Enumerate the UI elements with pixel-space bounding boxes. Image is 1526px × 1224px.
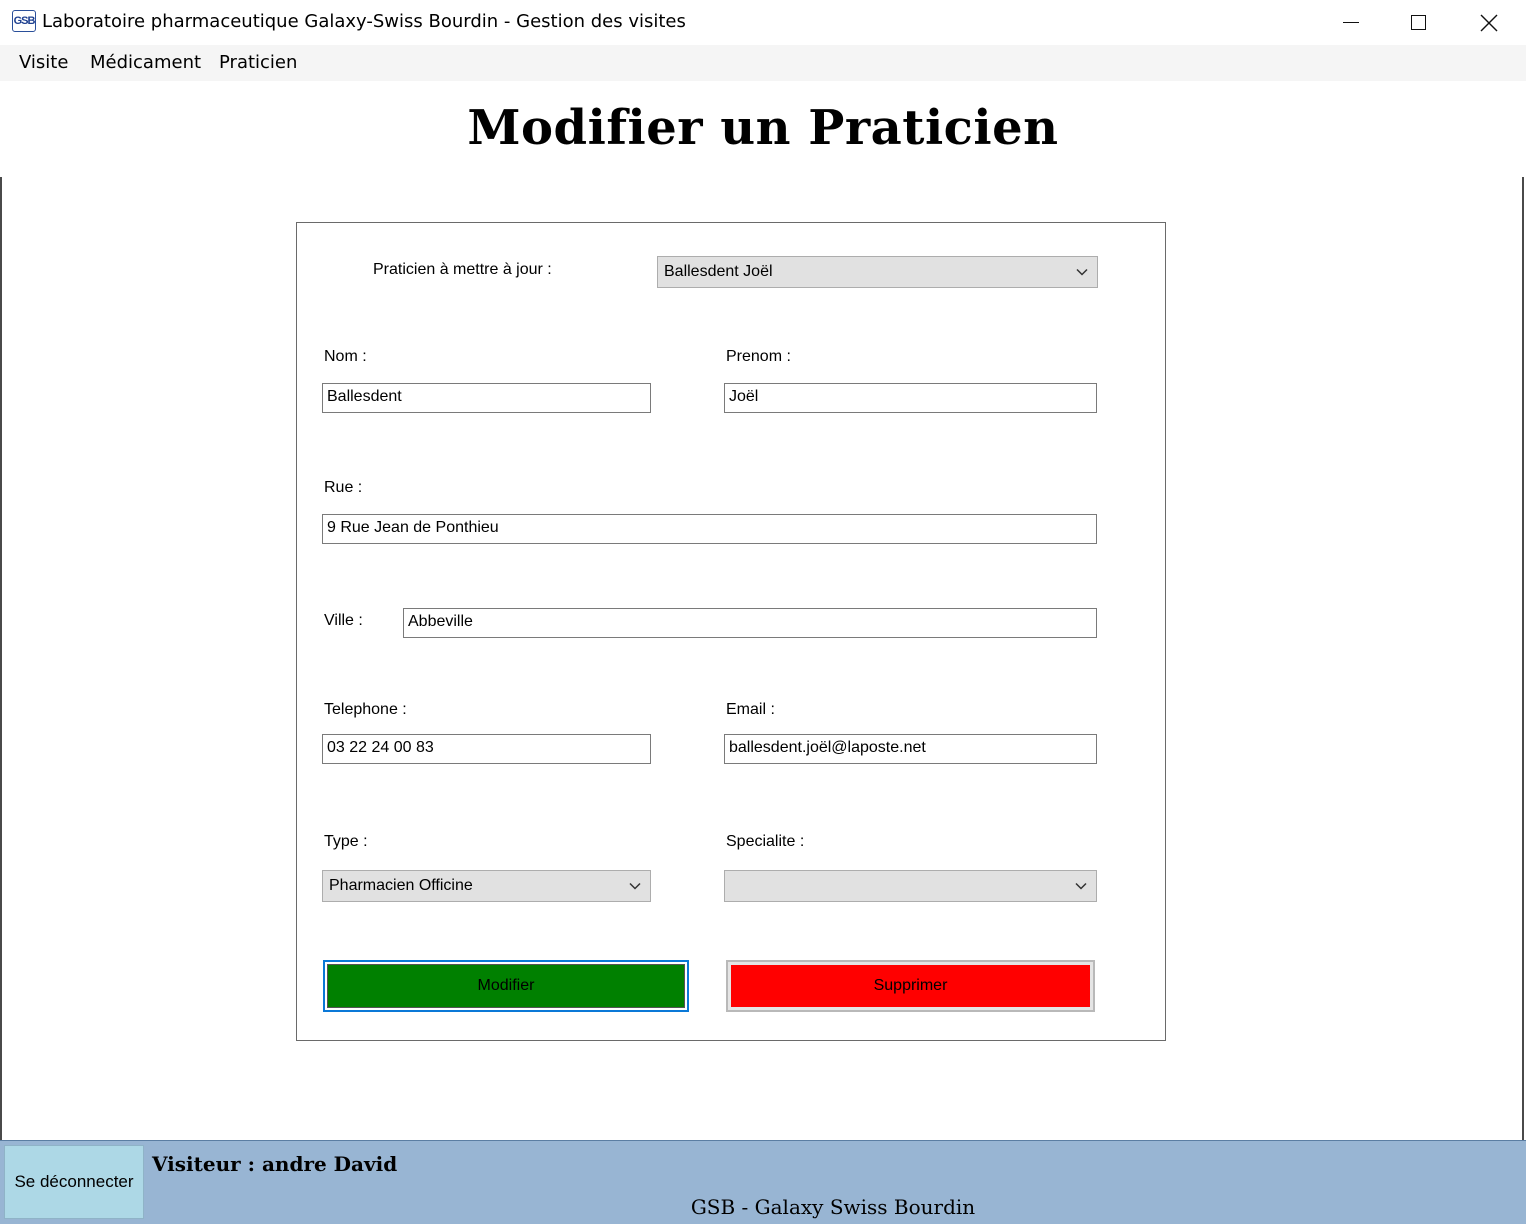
page-title: Modifier un Praticien xyxy=(0,100,1526,156)
ville-label: Ville : xyxy=(324,612,363,629)
prenom-field[interactable]: Joël xyxy=(724,383,1097,413)
nom-field[interactable]: Ballesdent xyxy=(322,383,651,413)
modifier-button-fill: Modifier xyxy=(327,964,685,1008)
chevron-down-icon xyxy=(629,882,641,890)
praticien-select-value: Ballesdent Joël xyxy=(664,263,773,280)
type-label: Type : xyxy=(324,833,368,850)
modifier-button[interactable]: Modifier xyxy=(323,960,689,1012)
menu-item-visite[interactable]: Visite xyxy=(19,52,68,73)
title-bar: GSB Laboratoire pharmaceutique Galaxy-Sw… xyxy=(0,0,1526,45)
menu-bar: Visite Médicament Praticien xyxy=(0,45,1526,81)
maximize-icon xyxy=(1410,15,1426,30)
supprimer-button-fill: Supprimer xyxy=(731,965,1090,1007)
praticien-select[interactable]: Ballesdent Joël xyxy=(657,256,1098,288)
footer-brand: GSB - Galaxy Swiss Bourdin xyxy=(0,1195,1526,1219)
supprimer-button-label: Supprimer xyxy=(873,977,948,994)
minimize-button[interactable] xyxy=(1316,0,1386,45)
frame-border-right xyxy=(1522,177,1524,1140)
menu-item-medicament[interactable]: Médicament xyxy=(90,52,201,73)
email-label: Email : xyxy=(726,701,775,718)
type-select-value: Pharmacien Officine xyxy=(329,877,473,894)
frame-border-left xyxy=(0,177,2,1140)
menu-item-praticien[interactable]: Praticien xyxy=(219,52,297,73)
nom-label: Nom : xyxy=(324,348,367,365)
specialite-select[interactable] xyxy=(724,870,1097,902)
page-title-text: Modifier un Praticien xyxy=(467,100,1059,156)
chevron-down-icon xyxy=(1075,882,1087,890)
maximize-button[interactable] xyxy=(1383,0,1453,45)
specialite-label: Specialite : xyxy=(726,833,805,850)
footer-brand-text: GSB - Galaxy Swiss Bourdin xyxy=(690,1195,976,1219)
visitor-name: Visiteur : andre David xyxy=(152,1152,398,1176)
ville-field[interactable]: Abbeville xyxy=(403,608,1097,638)
window-title: Laboratoire pharmaceutique Galaxy-Swiss … xyxy=(42,11,686,32)
praticien-select-label: Praticien à mettre à jour : xyxy=(373,261,552,278)
rue-label: Rue : xyxy=(324,479,363,496)
close-icon xyxy=(1480,14,1498,31)
email-field[interactable]: ballesdent.joël@laposte.net xyxy=(724,734,1097,764)
gsb-logo-icon: GSB xyxy=(12,10,36,32)
supprimer-button[interactable]: Supprimer xyxy=(726,960,1095,1012)
chevron-down-icon xyxy=(1076,268,1088,276)
telephone-label: Telephone : xyxy=(324,701,407,718)
modifier-button-label: Modifier xyxy=(477,977,535,994)
rue-field[interactable]: 9 Rue Jean de Ponthieu xyxy=(322,514,1097,544)
minimize-icon xyxy=(1343,22,1359,23)
close-button[interactable] xyxy=(1454,0,1524,45)
telephone-field[interactable]: 03 22 24 00 83 xyxy=(322,734,651,764)
prenom-label: Prenom : xyxy=(726,348,791,365)
type-select[interactable]: Pharmacien Officine xyxy=(322,870,651,902)
